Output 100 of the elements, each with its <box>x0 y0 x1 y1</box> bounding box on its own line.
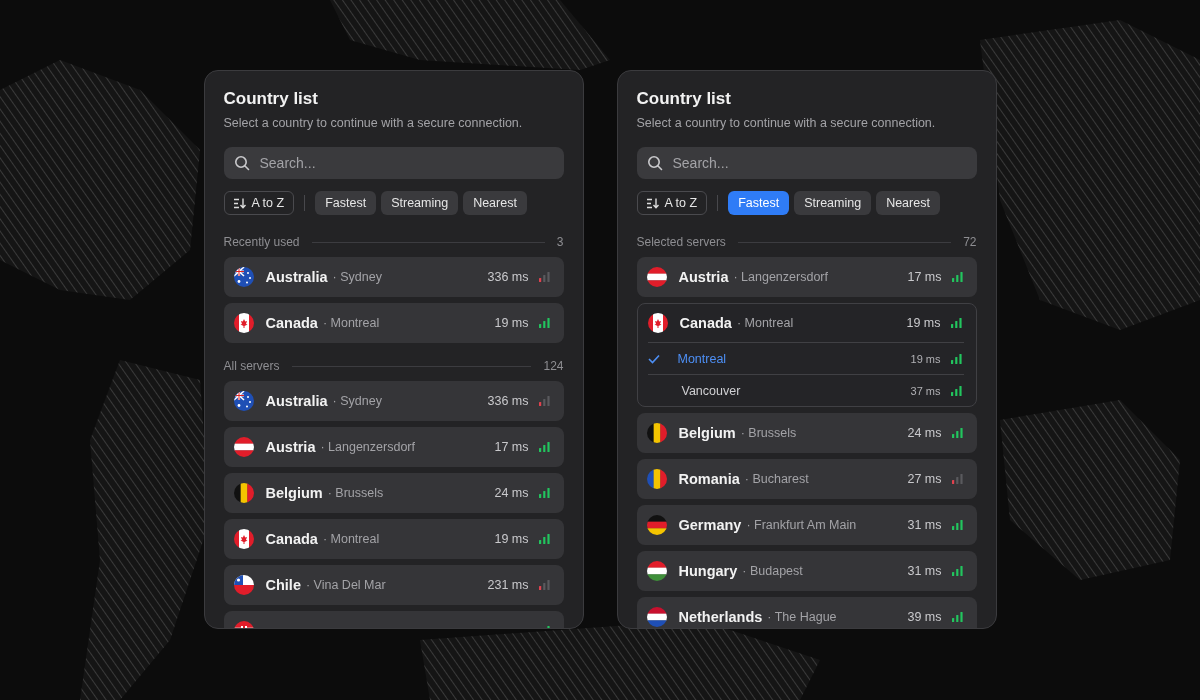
filter-chip[interactable]: Streaming <box>381 191 459 215</box>
search-field[interactable]: Search... <box>223 147 564 179</box>
city-name: · Brussels <box>327 486 384 500</box>
server-row[interactable]: Austria · Langenzersdorf 17 ms <box>223 427 564 467</box>
flag-icon <box>646 469 667 489</box>
filter-chip[interactable]: Fastest <box>728 191 790 215</box>
latency-value: 24 ms <box>494 486 529 500</box>
section-title: Recently used <box>223 235 300 249</box>
latency-value: 336 ms <box>487 270 529 284</box>
search-icon <box>646 155 663 171</box>
flag-icon <box>646 423 667 443</box>
sort-icon <box>233 197 246 209</box>
latency-value: 39 ms <box>907 610 942 624</box>
city-name: · Montreal <box>322 532 380 546</box>
flag-icon <box>233 529 254 549</box>
filter-chip[interactable]: Nearest <box>463 191 527 215</box>
latency-value: 17 ms <box>494 440 529 454</box>
country-name: Austria <box>678 269 729 285</box>
country-name: Romania <box>678 471 740 487</box>
server-row[interactable]: Belgium · Brussels 24 ms <box>223 473 564 513</box>
latency-value: 31 ms <box>907 518 942 532</box>
server-row[interactable]: Romania · Bucharest 27 ms <box>636 459 977 499</box>
flag-icon <box>233 267 254 287</box>
city-name: · Brussels <box>740 426 797 440</box>
city-name: · Sydney <box>332 270 382 284</box>
latency-value: 336 ms <box>487 394 529 408</box>
flag-icon <box>233 575 254 595</box>
country-name: Austria <box>265 439 316 455</box>
latency-value: 17 ms <box>907 270 942 284</box>
latency-value: 19 ms <box>494 316 529 330</box>
latency-value: 19 ms <box>906 316 941 330</box>
country-name: Australia <box>265 393 328 409</box>
server-row[interactable]: Netherlands · The Hague 39 ms <box>636 597 977 628</box>
country-name: Netherlands <box>678 609 763 625</box>
country-name: Canada <box>679 315 732 331</box>
city-name: Montreal <box>677 351 727 366</box>
search-field[interactable]: Search... <box>636 147 977 179</box>
latency-value: 19 ms <box>910 352 941 365</box>
panel-subtitle: Select a country to continue with a secure connection. <box>223 115 524 131</box>
section-title: Selected servers <box>636 235 726 249</box>
section-title: All servers <box>223 359 280 373</box>
country-name: Chile <box>265 577 301 593</box>
city-name: · Sydney <box>332 394 382 408</box>
panel-title: Country list <box>223 88 319 110</box>
server-row[interactable]: Germany · Frankfurt Am Main 31 ms <box>636 505 977 545</box>
filter-chip[interactable]: Nearest <box>876 191 940 215</box>
panel-title: Country list <box>636 88 732 110</box>
check-icon <box>647 353 660 364</box>
latency-value: 37 ms <box>910 384 941 397</box>
latency-value: 31 ms <box>907 564 942 578</box>
country-name: Australia <box>265 269 328 285</box>
country-name: Belgium <box>678 425 736 441</box>
filter-chip[interactable]: Fastest <box>315 191 377 215</box>
city-name: · Budapest <box>742 564 803 578</box>
flag-icon <box>646 561 667 581</box>
country-name: Belgium <box>265 485 323 501</box>
latency-value: 231 ms <box>487 578 529 592</box>
search-icon <box>233 155 250 171</box>
latency-value: 24 ms <box>907 426 942 440</box>
section-count: 72 <box>963 235 977 249</box>
server-row[interactable]: Australia · Sydney 336 ms <box>223 381 564 421</box>
flag-icon <box>646 515 667 535</box>
city-name: · Montreal <box>322 316 380 330</box>
flag-icon <box>646 607 667 627</box>
section-count: 3 <box>556 235 564 249</box>
flag-icon <box>233 437 254 457</box>
latency-value: 27 ms <box>907 472 942 486</box>
sort-button[interactable]: A to Z <box>223 191 295 215</box>
city-name: · Bucharest <box>744 472 809 486</box>
flag-icon <box>233 483 254 503</box>
flag-icon <box>233 391 254 411</box>
flag-icon <box>233 313 254 333</box>
server-row[interactable]: Canada · Montreal 19 ms <box>223 303 564 343</box>
city-name: Vancouver <box>681 383 741 398</box>
server-row[interactable]: Austria · Langenzersdorf 17 ms <box>636 257 977 297</box>
flag-icon <box>646 267 667 287</box>
latency-value: 19 ms <box>494 532 529 546</box>
server-row[interactable]: Belgium · Brussels 24 ms <box>636 413 977 453</box>
country-name: Germany <box>678 517 742 533</box>
server-row[interactable]: Chile · Vina Del Mar 231 ms <box>223 565 564 605</box>
city-name: · Langenzersdorf <box>733 270 828 284</box>
filter-chip[interactable]: Streaming <box>794 191 872 215</box>
country-name: Canada <box>265 531 318 547</box>
sort-icon <box>646 197 659 209</box>
server-row[interactable]: Hungary · Budapest 31 ms <box>636 551 977 591</box>
server-row[interactable]: Canada · Montreal 19 ms Montreal 19 ms Vancouver 37 ms <box>636 303 977 407</box>
city-name: · Langenzersdorf <box>320 440 415 454</box>
server-row[interactable]: Canada · Montreal 19 ms <box>223 519 564 559</box>
city-name: · The Hague <box>767 610 837 624</box>
flag-icon <box>647 313 668 333</box>
city-name: · Frankfurt Am Main <box>746 518 857 532</box>
country-name: Hungary <box>678 563 738 579</box>
server-row[interactable]: Australia · Sydney 336 ms <box>223 257 564 297</box>
city-option[interactable]: Montreal 19 ms <box>647 342 964 374</box>
section-count: 124 <box>543 359 564 373</box>
city-option[interactable]: Vancouver 37 ms <box>647 374 964 406</box>
city-name: · Vina Del Mar <box>305 578 386 592</box>
sort-button[interactable]: A to Z <box>636 191 708 215</box>
city-name: · Montreal <box>736 316 794 330</box>
panel-subtitle: Select a country to continue with a secure connection. <box>636 115 937 131</box>
